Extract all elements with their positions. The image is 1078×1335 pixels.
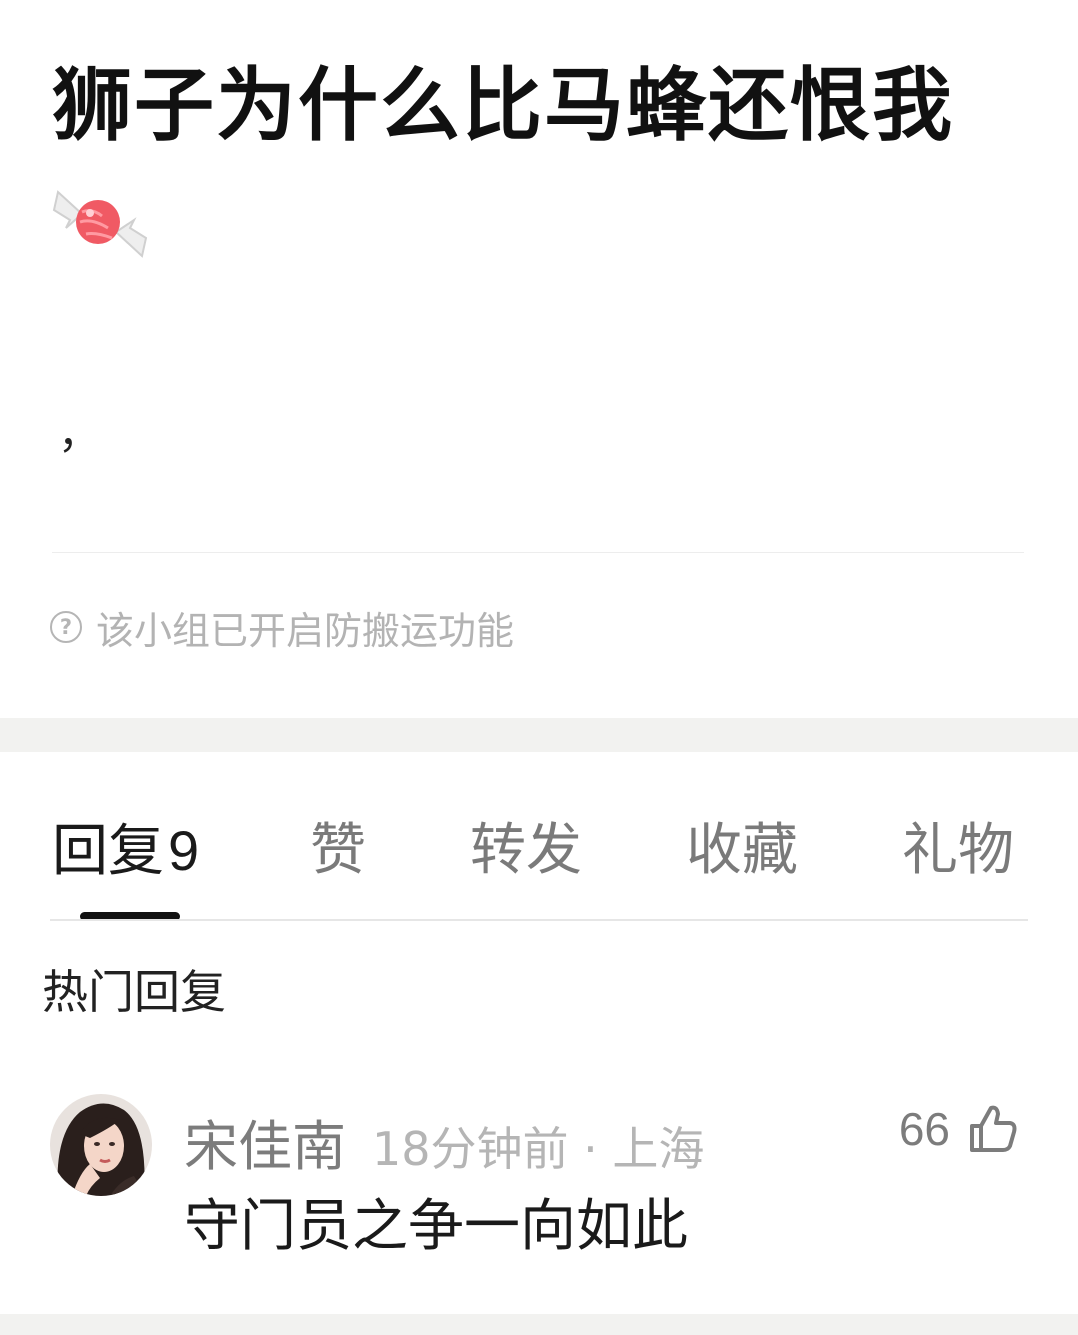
anti-repost-notice[interactable]: ? 该小组已开启防搬运功能 (50, 604, 514, 653)
hot-replies-heading: 热门回复 (42, 965, 226, 1019)
tab-divider (50, 919, 1028, 921)
notice-text: 该小组已开启防搬运功能 (96, 608, 515, 653)
question-circle-icon: ? (50, 611, 82, 643)
tab-replies[interactable]: 回复9 (52, 818, 199, 885)
like-count: 66 (898, 1103, 950, 1155)
candy-icon (52, 190, 148, 258)
comment-item: 宋佳南 18分钟前 · 上海 66 守门员之争一向如此 (0, 1090, 1078, 1290)
tab-reposts[interactable]: 转发 (470, 818, 582, 884)
comment-username[interactable]: 宋佳南 (184, 1102, 346, 1181)
comment-text: 守门员之争一向如此 (184, 1194, 688, 1259)
bottom-separator (0, 1314, 1078, 1335)
thumbs-up-icon (970, 1105, 1017, 1152)
post-body-text: ， (58, 409, 101, 458)
like-button[interactable]: 66 (899, 1102, 1020, 1156)
tab-replies-count: 9 (168, 819, 200, 882)
section-separator (0, 718, 1078, 752)
tab-bar: 回复9 赞 转发 收藏 礼物 (0, 752, 1078, 922)
divider (52, 552, 1024, 553)
tab-likes[interactable]: 赞 (310, 818, 366, 884)
tab-gifts[interactable]: 礼物 (902, 818, 1014, 884)
post-title: 狮子为什么比马蜂还恨我 (52, 59, 954, 152)
post-section: 狮子为什么比马蜂还恨我 ， ? 该小组已开启防搬运功能 (0, 0, 1078, 718)
tab-replies-label: 回复 (52, 819, 164, 884)
tab-favorites[interactable]: 收藏 (686, 818, 798, 884)
comment-time-location: 18分钟前 · 上海 (372, 1122, 705, 1176)
avatar[interactable] (50, 1094, 152, 1196)
comment-meta: 宋佳南 18分钟前 · 上海 (184, 1102, 704, 1178)
